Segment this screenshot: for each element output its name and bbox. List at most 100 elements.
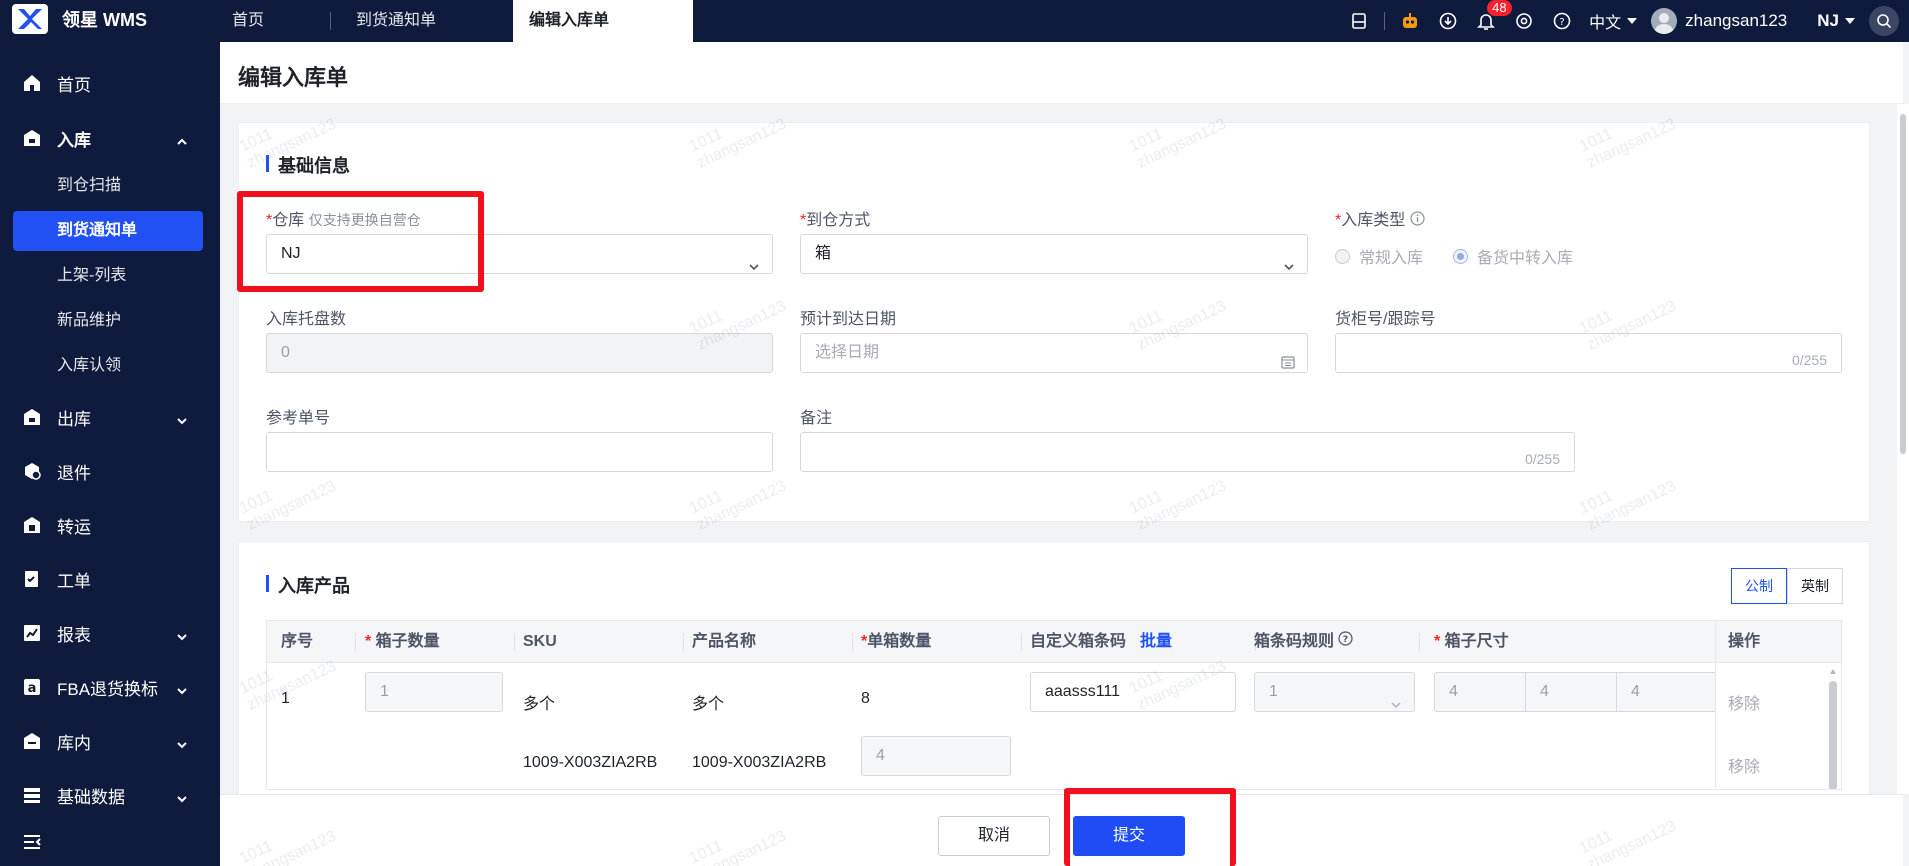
custom-barcode-value: aaasss111: [1045, 683, 1121, 700]
col-divider: [1419, 633, 1420, 651]
sidebar-subitem-arrival-scan[interactable]: 到仓扫描: [13, 166, 203, 206]
box-length-input[interactable]: 4: [1434, 672, 1526, 712]
top-bar: 领星 WMS 首页 到货通知单 编辑入库单 48 ? 中文 zhangsan12…: [0, 0, 1909, 42]
sidebar-item-label: 工单: [57, 571, 91, 591]
svg-text:a: a: [28, 681, 37, 696]
barcode-rule-select[interactable]: 1: [1254, 672, 1415, 712]
sidebar-subitem-putaway-list[interactable]: 上架-列表: [13, 256, 203, 296]
eta-date-picker[interactable]: 选择日期: [800, 333, 1308, 373]
radio-label: 备货中转入库: [1477, 250, 1574, 267]
sidebar-item-home[interactable]: 首页: [0, 63, 220, 103]
radio-circle-selected: [1453, 248, 1468, 264]
cell-product-name: 多个: [692, 696, 725, 713]
unit-toggle: 公制 英制: [1731, 568, 1843, 604]
box-qty-input[interactable]: 1: [365, 672, 503, 712]
sidebar-item-basic-data[interactable]: 基础数据: [0, 775, 220, 815]
container-no-textarea[interactable]: 0/255: [1335, 333, 1842, 373]
language-label: 中文: [1589, 15, 1622, 32]
radio-regular-inbound[interactable]: 常规入库: [1335, 244, 1423, 268]
settings-icon[interactable]: [1505, 0, 1543, 42]
chevron-down-icon: [1283, 249, 1295, 287]
sidebar-item-inbound[interactable]: 入库: [0, 118, 220, 158]
cell-product-name: 1009-X003ZIA2RB: [692, 754, 827, 771]
scrollbar-thumb[interactable]: [1900, 114, 1906, 454]
app-logo[interactable]: 领星 WMS: [12, 4, 147, 34]
warehouse-icon: [22, 731, 42, 756]
arrival-method-value: 箱: [815, 245, 832, 262]
col-divider: [1021, 633, 1022, 651]
box-width-value: 4: [1540, 683, 1549, 700]
sidebar-item-outbound[interactable]: 出库: [0, 397, 220, 437]
cancel-button[interactable]: 取消: [938, 816, 1050, 856]
remove-link[interactable]: 移除: [1728, 753, 1760, 777]
download-icon[interactable]: [1429, 0, 1467, 42]
language-selector[interactable]: 中文: [1589, 9, 1638, 33]
scroll-up-arrow[interactable]: [1830, 669, 1836, 674]
box-height-input[interactable]: 4: [1616, 672, 1716, 712]
pallet-count-value: 0: [281, 344, 290, 361]
eta-placeholder: 选择日期: [815, 344, 880, 361]
scrollbar-thumb[interactable]: [1829, 681, 1837, 789]
sidebar-subitem-new-product[interactable]: 新品维护: [13, 301, 203, 341]
info-icon: [1410, 211, 1425, 231]
tab-home[interactable]: 首页: [220, 0, 330, 42]
sidebar-item-label: 基础数据: [57, 787, 125, 807]
svg-text:?: ?: [1560, 17, 1565, 28]
pallet-count-input[interactable]: 0: [266, 333, 773, 373]
radio-circle: [1335, 248, 1350, 264]
collapse-menu-button[interactable]: [0, 822, 220, 862]
box-width-input[interactable]: 4: [1525, 672, 1617, 712]
imperial-button[interactable]: 英制: [1787, 568, 1843, 604]
eta-label: 预计到达日期: [800, 311, 897, 328]
warehouse-selector[interactable]: NJ: [1817, 11, 1855, 31]
custom-barcode-input[interactable]: aaasss111: [1030, 672, 1236, 712]
per-box-qty-input[interactable]: 4: [861, 736, 1011, 776]
print-icon[interactable]: [1340, 0, 1378, 42]
divider: [1384, 12, 1386, 30]
reference-no-input[interactable]: [266, 432, 773, 472]
chevron-down-icon: [176, 681, 188, 701]
inbound-type-label: *入库类型: [1335, 206, 1425, 231]
bell-icon[interactable]: 48: [1467, 0, 1512, 42]
col-box-qty: * 箱子数量: [365, 633, 440, 650]
sidebar-item-returns[interactable]: 退件: [0, 451, 220, 491]
container-no-label: 货柜号/跟踪号: [1335, 311, 1436, 328]
sidebar-subitem-inbound-claim[interactable]: 入库认领: [13, 346, 203, 386]
search-icon[interactable]: [1869, 6, 1899, 36]
caret-down-icon: [1627, 18, 1638, 24]
chevron-down-icon: [748, 249, 760, 287]
robot-icon[interactable]: [1391, 0, 1429, 42]
help-icon[interactable]: ?: [1543, 0, 1581, 42]
per-box-qty-value: 4: [876, 747, 885, 764]
col-barcode-rule: 箱条码规则 ?: [1254, 621, 1354, 663]
sidebar-item-warehouse[interactable]: 库内: [0, 721, 220, 761]
sidebar-item-workorder[interactable]: 工单: [0, 559, 220, 599]
sidebar-item-label: FBA退货换标: [57, 679, 159, 699]
radio-stock-transfer-inbound[interactable]: 备货中转入库: [1453, 244, 1573, 268]
batch-link[interactable]: 批量: [1140, 633, 1172, 650]
username: zhangsan123: [1685, 11, 1788, 30]
chevron-down-icon: [176, 735, 188, 755]
user-menu[interactable]: zhangsan123: [1651, 8, 1787, 34]
sidebar-item-report[interactable]: 报表: [0, 613, 220, 653]
sidebar: 首页 入库 到仓扫描 到货通知单 上架-列表 新品维护 入库认领 出库 退件 转…: [0, 42, 220, 866]
sidebar-item-transfer[interactable]: 转运: [0, 505, 220, 545]
menu-collapse-icon: [22, 832, 42, 857]
tab-edit-inbound[interactable]: 编辑入库单: [513, 0, 693, 42]
caret-down-icon: [1845, 18, 1855, 24]
page-header: 编辑入库单: [220, 42, 1903, 104]
table-scrollbar[interactable]: [1829, 669, 1837, 789]
remark-textarea[interactable]: 0/255: [800, 432, 1575, 472]
reference-no-label: 参考单号: [266, 410, 331, 427]
arrival-method-select[interactable]: 箱: [800, 234, 1308, 274]
sidebar-item-fba[interactable]: a FBA退货换标: [0, 667, 220, 707]
sidebar-subitem-arrival-notice[interactable]: 到货通知单: [13, 211, 203, 251]
warehouse-label: NJ: [1817, 11, 1839, 30]
metric-button[interactable]: 公制: [1731, 568, 1787, 604]
highlight-box-warehouse: [237, 191, 484, 292]
sidebar-item-label: 转运: [57, 517, 91, 537]
remove-link[interactable]: 移除: [1728, 690, 1760, 714]
page-scrollbar[interactable]: [1897, 104, 1909, 794]
tab-arrival-notice[interactable]: 到货通知单: [330, 0, 513, 42]
section-title-products: 入库产品: [266, 572, 350, 598]
